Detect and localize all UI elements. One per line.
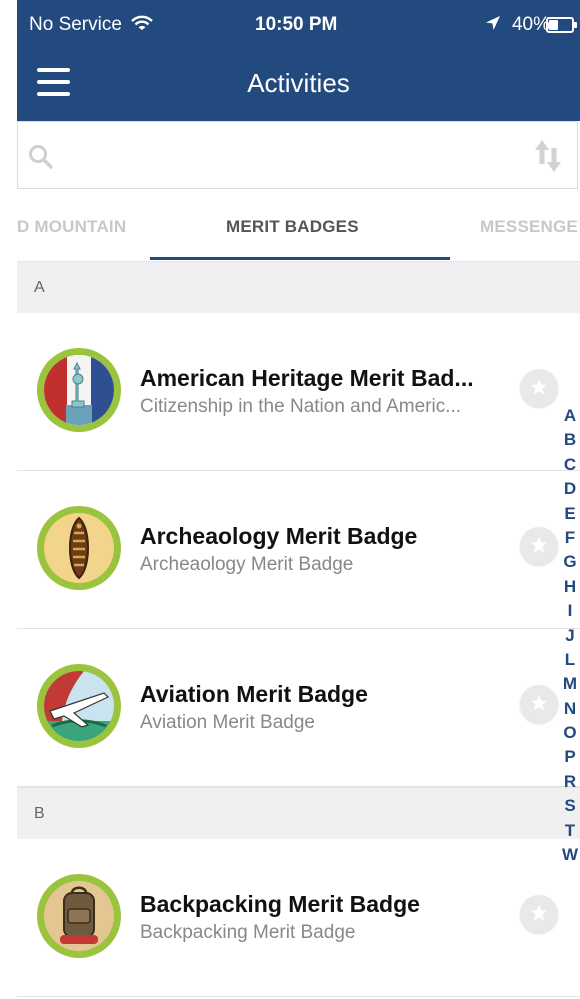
index-letter-b[interactable]: B — [560, 428, 580, 452]
index-letter-g[interactable]: G — [560, 550, 580, 574]
item-title: Backpacking Merit Badge — [140, 891, 420, 917]
item-title: Archeaology Merit Badge — [140, 523, 418, 549]
index-letter-c[interactable]: C — [560, 453, 580, 477]
favorite-star-button[interactable] — [520, 895, 558, 933]
star-icon — [531, 695, 547, 711]
page-title: Activities — [247, 68, 350, 98]
american-heritage-badge-icon — [37, 348, 121, 432]
list-item-aviation[interactable]: Aviation Merit Badge Aviation Merit Badg… — [17, 629, 580, 787]
backpacking-badge-icon — [37, 874, 121, 958]
index-letter-a[interactable]: A — [560, 404, 580, 428]
search-input[interactable] — [66, 136, 510, 178]
index-letter-j[interactable]: J — [560, 624, 580, 648]
archeaology-badge-icon — [37, 506, 121, 590]
index-letter-m[interactable]: M — [560, 672, 580, 696]
star-icon — [531, 537, 547, 553]
item-title: American Heritage Merit Bad... — [140, 365, 474, 391]
index-letter-t[interactable]: T — [560, 819, 580, 843]
index-letter-r[interactable]: R — [560, 770, 580, 794]
active-tab-indicator — [150, 257, 450, 260]
item-subtitle: Citizenship in the Nation and Americ... — [140, 396, 462, 417]
status-carrier: No Service — [29, 14, 154, 36]
index-letter-s[interactable]: S — [560, 794, 580, 818]
app-screen: No Service 10:50 PM 40% Activities D MOU… — [17, 0, 580, 999]
favorite-star-button[interactable] — [520, 369, 558, 407]
tab-merit-badges[interactable]: MERIT BADGES — [226, 217, 359, 237]
star-icon — [531, 379, 547, 395]
battery-icon — [546, 17, 577, 33]
battery-percent: 40% — [511, 14, 550, 35]
index-letter-o[interactable]: O — [560, 721, 580, 745]
aviation-badge-icon — [37, 664, 121, 748]
star-icon — [531, 905, 547, 921]
location-arrow-icon — [485, 16, 500, 30]
tab-mountain[interactable]: D MOUNTAIN — [17, 217, 126, 237]
favorite-star-button[interactable] — [520, 527, 558, 565]
search-bar — [17, 121, 578, 189]
alphabet-index: A B C D E F G H I J L M N O P R S T W — [560, 404, 580, 867]
list-item-archeaology[interactable]: Archeaology Merit Badge Archeaology Meri… — [17, 471, 580, 629]
index-letter-i[interactable]: I — [560, 599, 580, 623]
index-letter-w[interactable]: W — [560, 843, 580, 867]
item-subtitle: Archeaology Merit Badge — [140, 554, 354, 575]
status-battery: 40% — [485, 14, 550, 36]
list-item-american-heritage[interactable]: American Heritage Merit Bad... Citizensh… — [17, 313, 580, 471]
category-tabs: D MOUNTAIN MERIT BADGES MESSENGE — [17, 190, 580, 260]
index-letter-h[interactable]: H — [560, 575, 580, 599]
wifi-icon — [131, 15, 154, 30]
status-time: 10:50 PM — [255, 14, 338, 35]
search-icon — [29, 145, 53, 169]
section-letter: B — [34, 805, 45, 822]
index-letter-f[interactable]: F — [560, 526, 580, 550]
list-item-backpacking[interactable]: Backpacking Merit Badge Backpacking Meri… — [17, 839, 580, 997]
index-letter-n[interactable]: N — [560, 697, 580, 721]
section-letter: A — [34, 279, 45, 296]
favorite-star-button[interactable] — [520, 685, 558, 723]
tab-messenger[interactable]: MESSENGE — [480, 217, 578, 237]
nav-header: No Service 10:50 PM 40% Activities — [17, 0, 580, 121]
carrier-label: No Service — [29, 14, 122, 35]
sort-icon[interactable] — [533, 138, 563, 174]
item-title: Aviation Merit Badge — [140, 681, 368, 707]
section-header-b: B — [17, 787, 580, 840]
index-letter-l[interactable]: L — [560, 648, 580, 672]
section-header-a: A — [17, 261, 580, 314]
index-letter-e[interactable]: E — [560, 502, 580, 526]
item-subtitle: Backpacking Merit Badge — [140, 922, 356, 943]
index-letter-p[interactable]: P — [560, 745, 580, 769]
index-letter-d[interactable]: D — [560, 477, 580, 501]
item-subtitle: Aviation Merit Badge — [140, 712, 315, 733]
